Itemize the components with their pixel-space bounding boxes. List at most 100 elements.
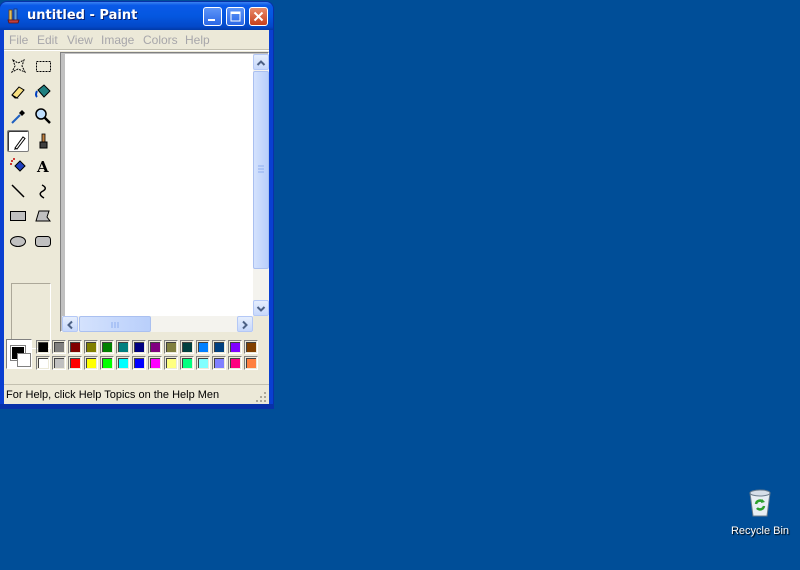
brush-icon	[39, 133, 48, 149]
resize-grip-icon[interactable]	[255, 391, 267, 403]
scroll-left-button[interactable]	[62, 316, 78, 332]
scroll-right-button[interactable]	[237, 316, 253, 332]
tool-airbrush[interactable]	[7, 155, 29, 177]
swatch-fill	[150, 342, 160, 352]
menu-file[interactable]: File	[9, 33, 28, 47]
eyedropper-icon	[11, 110, 25, 124]
free-form-select-icon	[10, 58, 27, 74]
horizontal-scrollbar[interactable]	[62, 316, 253, 332]
palette-color-swatch[interactable]	[244, 340, 258, 354]
maximize-button[interactable]	[226, 7, 245, 26]
close-button[interactable]	[249, 7, 268, 26]
swatch-fill	[214, 358, 224, 368]
palette-color-swatch[interactable]	[52, 340, 66, 354]
rounded-rectangle-icon	[35, 236, 51, 247]
status-text: For Help, click Help Topics on the Help …	[6, 389, 220, 401]
palette-color-swatch[interactable]	[132, 340, 146, 354]
text-icon: A	[36, 158, 49, 175]
palette-color-swatch[interactable]	[196, 340, 210, 354]
tool-fill-with-color[interactable]	[32, 80, 54, 102]
menu-image[interactable]: Image	[101, 33, 134, 47]
palette-color-swatch[interactable]	[164, 340, 178, 354]
paint-app-icon[interactable]	[6, 8, 22, 24]
palette-color-swatch[interactable]	[212, 340, 226, 354]
recycle-bin-label: Recycle Bin	[730, 525, 790, 537]
vertical-scroll-thumb[interactable]	[253, 71, 269, 269]
menu-edit[interactable]: Edit	[37, 33, 58, 47]
swatch-fill	[182, 342, 192, 352]
horizontal-scroll-thumb[interactable]	[79, 316, 151, 332]
current-colors[interactable]	[6, 339, 32, 369]
menu-colors[interactable]: Colors	[143, 33, 178, 47]
swatch-fill	[118, 342, 128, 352]
rectangle-icon	[10, 211, 26, 221]
recycle-bin-icon	[749, 489, 771, 517]
palette-color-swatch[interactable]	[116, 356, 130, 370]
tool-polygon[interactable]	[32, 205, 54, 227]
palette-color-swatch[interactable]	[212, 356, 226, 370]
swatch-fill	[134, 358, 144, 368]
palette-color-swatch[interactable]	[68, 356, 82, 370]
grip-lines-icon	[258, 165, 264, 173]
palette-color-swatch[interactable]	[132, 356, 146, 370]
palette-color-swatch[interactable]	[100, 340, 114, 354]
tool-magnifier[interactable]	[32, 105, 54, 127]
palette-color-swatch[interactable]	[52, 356, 66, 370]
chevron-left-icon	[67, 320, 73, 330]
swatch-fill	[166, 342, 176, 352]
swatch-fill	[102, 342, 112, 352]
close-icon	[253, 11, 264, 22]
palette-color-swatch[interactable]	[180, 356, 194, 370]
tool-ellipse[interactable]	[7, 230, 29, 252]
ellipse-icon	[10, 236, 26, 247]
palette-color-swatch[interactable]	[36, 356, 50, 370]
palette-color-swatch[interactable]	[228, 356, 242, 370]
swatch-fill	[166, 358, 176, 368]
palette-color-swatch[interactable]	[164, 356, 178, 370]
menu-help[interactable]: Help	[185, 33, 210, 47]
palette-color-swatch[interactable]	[196, 356, 210, 370]
swatch-fill	[54, 342, 64, 352]
tool-select[interactable]	[32, 55, 54, 77]
toolbox: A	[4, 52, 60, 349]
tool-pick-color[interactable]	[7, 105, 29, 127]
title-bar[interactable]: untitled - Paint	[0, 2, 273, 30]
vertical-scrollbar[interactable]	[253, 54, 269, 318]
menu-view[interactable]: View	[67, 33, 93, 47]
tool-free-form-select[interactable]	[7, 55, 29, 77]
status-bar: For Help, click Help Topics on the Help …	[4, 384, 269, 405]
tool-text[interactable]: A	[32, 155, 54, 177]
tool-brush[interactable]	[32, 130, 54, 152]
menu-bar: File Edit View Image Colors Help	[4, 30, 269, 50]
palette-color-swatch[interactable]	[228, 340, 242, 354]
minimize-button[interactable]	[203, 7, 222, 26]
svg-text:A: A	[36, 158, 49, 175]
tool-line[interactable]	[7, 180, 29, 202]
tool-rounded-rectangle[interactable]	[32, 230, 54, 252]
desktop-icon-recycle-bin[interactable]: Recycle Bin	[728, 486, 792, 546]
swatch-fill	[86, 358, 96, 368]
palette-color-swatch[interactable]	[100, 356, 114, 370]
tool-pencil[interactable]	[7, 130, 29, 152]
palette-color-swatch[interactable]	[244, 356, 258, 370]
palette-color-swatch[interactable]	[148, 340, 162, 354]
palette-color-swatch[interactable]	[180, 340, 194, 354]
palette-color-swatch[interactable]	[68, 340, 82, 354]
scroll-up-button[interactable]	[253, 54, 269, 70]
palette-color-swatch[interactable]	[36, 340, 50, 354]
polygon-icon	[35, 210, 51, 222]
drawing-canvas[interactable]	[65, 54, 253, 316]
scroll-down-button[interactable]	[253, 300, 269, 316]
eraser-icon	[11, 86, 25, 99]
grip-lines-icon	[111, 322, 119, 328]
tool-rectangle[interactable]	[7, 205, 29, 227]
palette-color-swatch[interactable]	[148, 356, 162, 370]
swatch-fill	[134, 342, 144, 352]
background-color	[17, 353, 31, 367]
tool-eraser[interactable]	[7, 80, 29, 102]
palette-color-swatch[interactable]	[116, 340, 130, 354]
palette-color-swatch[interactable]	[84, 340, 98, 354]
tool-curve[interactable]	[32, 180, 54, 202]
swatch-fill	[246, 358, 256, 368]
palette-color-swatch[interactable]	[84, 356, 98, 370]
